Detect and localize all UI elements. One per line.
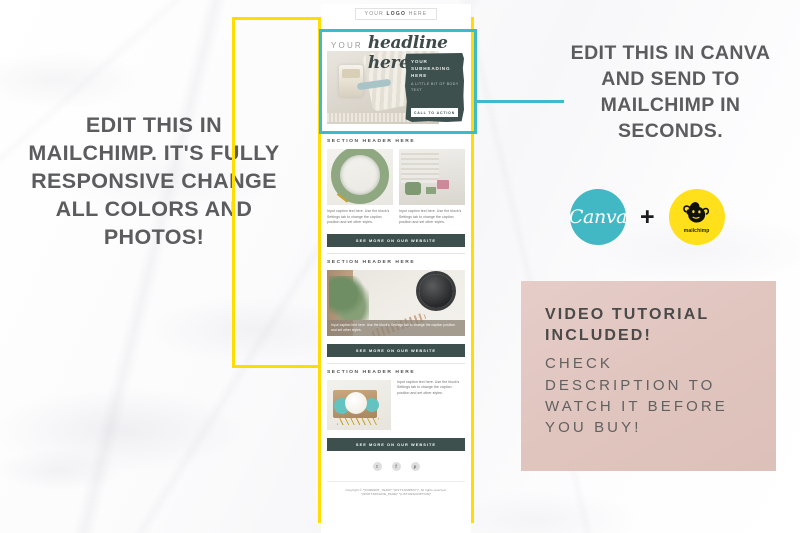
section-1-column-right: Input caption text here. Use the block's… [399, 149, 465, 226]
email-section-1: SECTION HEADER HERE Input caption text h… [327, 132, 465, 247]
video-tutorial-callout: VIDEO TUTORIAL INCLUDED! CHECK DESCRIPTI… [521, 281, 776, 471]
section-3-header: SECTION HEADER HERE [327, 369, 416, 375]
section-3-columns: Input caption text here. Use the block's… [327, 379, 465, 430]
email-section-3: SECTION HEADER HERE Input caption text h… [327, 362, 465, 451]
mailchimp-logo: mailchimp [668, 189, 725, 245]
logo-strong: LOGO [386, 11, 407, 17]
teal-connector-line [475, 100, 564, 103]
brand-logos: Canva + mailchimp [568, 189, 725, 245]
copyright-line-2: *|IFNOT:ARCHIVE_PAGE|* *|LIST:DESCRIPTIO… [360, 492, 432, 497]
section-2-caption-overlay: Input caption text here. Use the block's… [327, 319, 465, 336]
hero-title-script: headline here [367, 33, 448, 73]
section-1-photo-wreath [327, 149, 393, 205]
section-3-photo-sprinkles [337, 417, 379, 425]
logo-pre: YOUR [364, 11, 387, 17]
section-3-photo-soap-disc [345, 391, 367, 414]
plus-icon: + [640, 202, 655, 231]
pinterest-icon[interactable]: p [410, 461, 420, 471]
hero-title-pre: YOUR [331, 41, 363, 50]
section-2-photo-camera-lens [419, 273, 453, 308]
social-links: t f p [321, 461, 471, 471]
section-1-columns: Input caption text here. Use the block's… [327, 149, 465, 226]
mailchimp-monkey-icon [682, 201, 709, 223]
section-1-cta-button[interactable]: SEE MORE ON OUR WEBSITE [327, 233, 465, 247]
twitter-icon[interactable]: t [372, 461, 382, 471]
section-1-header: SECTION HEADER HERE [327, 139, 416, 144]
section-2-header: SECTION HEADER HERE [327, 259, 416, 265]
email-logo-bar: YOUR LOGO HERE [321, 4, 471, 24]
logo-post: HERE [406, 11, 428, 17]
section-3-cta-button[interactable]: SEE MORE ON OUR WEBSITE [327, 437, 465, 451]
mailchimp-logo-text: mailchimp [683, 227, 710, 234]
section-1-photo-porch [399, 149, 465, 205]
canva-logo-text: Canva [568, 206, 628, 228]
section-2-cta-button[interactable]: SEE MORE ON OUR WEBSITE [327, 343, 465, 357]
facebook-icon[interactable]: f [391, 461, 401, 471]
yellow-callout-frame-left [232, 17, 328, 368]
logo-placeholder: YOUR LOGO HERE [354, 8, 438, 20]
section-3-photo-soap [327, 379, 391, 430]
section-2-photo-desk: Input caption text here. Use the block's… [327, 269, 465, 336]
hero-title: YOUR headline here [331, 33, 463, 73]
section-2-photo-plant [329, 275, 369, 320]
email-section-2: SECTION HEADER HERE Input caption text h… [327, 252, 465, 357]
video-tutorial-title: VIDEO TUTORIAL INCLUDED! [545, 306, 709, 345]
video-tutorial-body: CHECK DESCRIPTION TO WATCH IT BEFORE YOU… [545, 355, 728, 437]
canva-logo: Canva [568, 189, 628, 245]
section-1-column-left: Input caption text here. Use the block's… [327, 149, 393, 226]
right-promo-text: EDIT THIS IN CANVA AND SEND TO MAILCHIMP… [570, 42, 771, 143]
section-3-caption: Input caption text here. Use the block's… [397, 379, 460, 395]
section-1-caption-right: Input caption text here. Use the block's… [399, 209, 462, 225]
section-1-caption-left: Input caption text here. Use the block's… [327, 209, 390, 225]
email-footer-copyright: Copyright © *|CURRENT_YEAR|* *|LIST:COMP… [327, 480, 465, 498]
